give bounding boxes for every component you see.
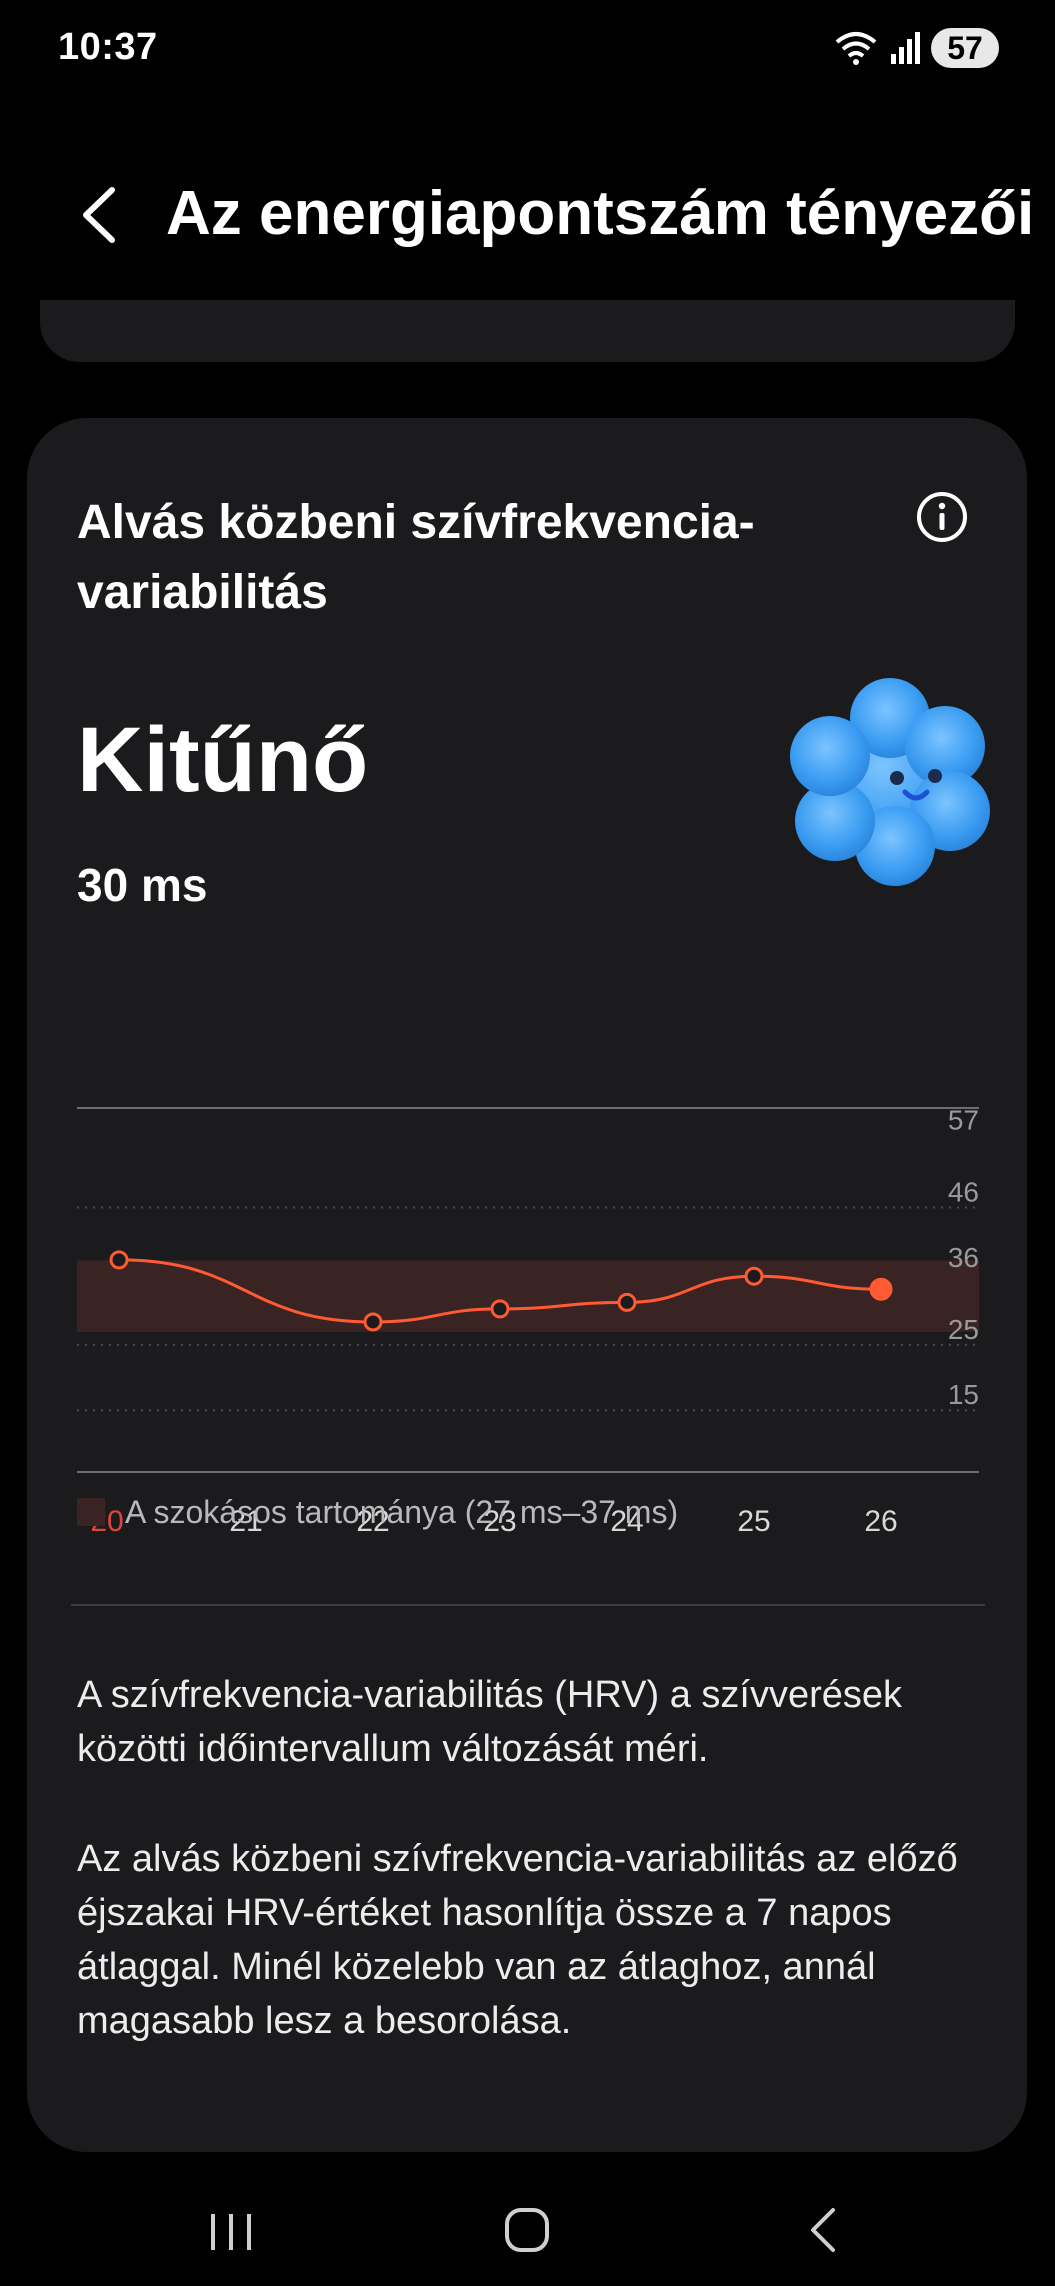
home-icon — [505, 2208, 549, 2252]
y-axis-label: 57 — [948, 1105, 979, 1136]
rating-text: Kitűnő — [77, 709, 369, 811]
hrv-value: 30 ms — [77, 859, 208, 911]
data-point — [744, 1266, 764, 1286]
data-point — [490, 1299, 510, 1319]
blue-cloud-mascot-icon — [790, 678, 990, 886]
y-axis-label: 46 — [948, 1177, 979, 1208]
data-point — [109, 1250, 129, 1270]
recent-apps-button[interactable] — [191, 2200, 271, 2260]
x-axis-label: 25 — [737, 1505, 770, 1538]
normal-range-band — [77, 1260, 979, 1332]
chart-legend: A szokásos tartománya (27 ms–37 ms) — [77, 1490, 678, 1534]
recent-apps-icon — [211, 2214, 251, 2250]
status-icons: 57 — [833, 26, 999, 70]
x-axis-label: 26 — [864, 1505, 897, 1538]
back-nav-button[interactable] — [783, 2200, 863, 2260]
battery-icon: 57 — [931, 28, 999, 68]
legend-text: A szokásos tartománya (27 ms–37 ms) — [125, 1493, 679, 1530]
page-title: Az energiapontszám tényezői — [166, 179, 1035, 248]
signal-icon — [891, 32, 920, 64]
y-axis-label: 15 — [948, 1379, 979, 1410]
description-paragraph-2: Az alvás közbeni szívfrekvencia-variabil… — [77, 1838, 958, 2042]
info-button[interactable] — [915, 490, 969, 544]
y-axis-label: 25 — [948, 1314, 979, 1345]
back-icon — [811, 2208, 835, 2252]
legend-swatch — [77, 1498, 105, 1526]
data-point — [617, 1292, 637, 1312]
description-paragraph-1: A szívfrekvencia-variabilitás (HRV) a sz… — [77, 1674, 902, 1770]
divider — [71, 1604, 985, 1606]
hrv-chart: 20 21 22 23 24 25 26 5746362515 — [77, 1105, 979, 1538]
back-button[interactable] — [70, 180, 130, 250]
status-time: 10:37 — [58, 26, 158, 68]
current-data-point — [869, 1277, 893, 1301]
data-point — [363, 1312, 383, 1332]
chevron-left-icon — [83, 187, 115, 243]
previous-card — [40, 300, 1015, 362]
status-bar: 10:37 57 — [0, 0, 1055, 100]
header: Az energiapontszám tényezői — [0, 150, 1055, 280]
wifi-icon — [835, 32, 877, 65]
info-icon — [917, 492, 967, 542]
home-button[interactable] — [487, 2200, 567, 2260]
y-axis-label: 36 — [948, 1242, 979, 1273]
card-title: Alvás közbeni szívfrekvencia-variabilitá… — [77, 496, 755, 619]
navigation-bar — [0, 2170, 1055, 2286]
hrv-card: Alvás közbeni szívfrekvencia-variabilitá… — [27, 418, 1027, 2152]
